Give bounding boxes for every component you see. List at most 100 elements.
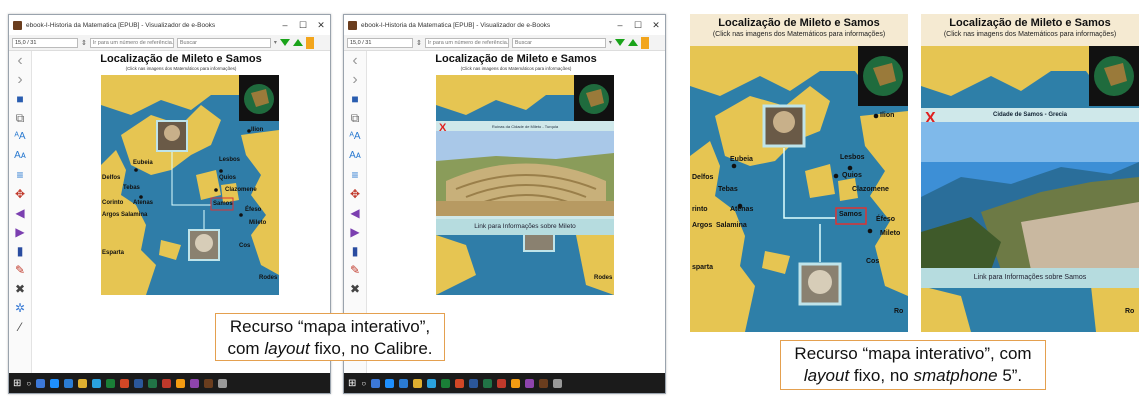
app-icon-5[interactable] [148, 378, 158, 388]
next-page-icon[interactable]: ▶ [9, 222, 31, 241]
search-input[interactable]: Buscar [511, 37, 606, 48]
highlight-icon[interactable]: ✎ [344, 260, 366, 279]
app-icon-2[interactable] [441, 378, 451, 388]
app-icon-1[interactable] [92, 378, 102, 388]
app-icon [348, 20, 357, 30]
next-match-icon[interactable] [614, 39, 625, 46]
open-book-icon[interactable]: ■ [9, 89, 31, 108]
search-icon[interactable]: ○ [361, 379, 366, 388]
label-salamina: Salamina [121, 212, 148, 218]
previous-page-icon[interactable]: ◀ [9, 203, 31, 222]
store-icon[interactable] [64, 378, 74, 388]
app-icon-5[interactable] [483, 378, 493, 388]
reference-mode-icon[interactable]: ⁄ [9, 317, 31, 336]
tools-icon[interactable]: ✖ [9, 279, 31, 298]
app-icon-3[interactable] [455, 378, 465, 388]
dropdown-icon[interactable]: ▾ [609, 39, 612, 46]
fullscreen-icon[interactable]: ✥ [9, 184, 31, 203]
bookmarks-icon[interactable]: ▮ [9, 241, 31, 260]
toc-icon[interactable]: ≡ [344, 165, 366, 184]
reference-input[interactable]: Ir para um número de referência... [424, 37, 509, 48]
label-corinto: Corinto [102, 200, 124, 206]
label-samos[interactable]: Samos [839, 211, 862, 218]
toc-icon[interactable]: ≡ [9, 165, 31, 184]
popup-info-link[interactable]: Link para Informações sobre Mileto [436, 219, 614, 235]
font-smaller-icon[interactable]: Aᴀ [344, 146, 366, 165]
map-title: Localização de Mileto e Samos [100, 53, 262, 65]
explorer-icon[interactable] [413, 378, 423, 388]
tray-icon[interactable] [218, 378, 228, 388]
bookmarks-icon[interactable]: ▮ [344, 241, 366, 260]
popup-panel: X Cidade de Samos - Grecia Link para Inf… [921, 108, 1139, 288]
previous-match-icon[interactable] [292, 39, 303, 46]
app-icon-7[interactable] [176, 378, 186, 388]
app-icon-3[interactable] [120, 378, 130, 388]
back-icon[interactable]: ‹ [344, 51, 366, 70]
app-icon-1[interactable] [427, 378, 437, 388]
preferences-icon[interactable]: ✲ [9, 298, 31, 317]
app-icon-8[interactable] [525, 378, 535, 388]
previous-match-icon[interactable] [627, 39, 638, 46]
back-icon[interactable]: ‹ [9, 51, 31, 70]
calibre-taskbar-icon[interactable] [204, 378, 214, 388]
close-button[interactable]: ✕ [647, 20, 665, 31]
tray-icon[interactable] [553, 378, 563, 388]
app-icon-6[interactable] [162, 378, 172, 388]
dropdown-icon[interactable]: ▾ [274, 39, 277, 46]
font-smaller-icon[interactable]: Aᴀ [9, 146, 31, 165]
app-icon-4[interactable] [134, 378, 144, 388]
calibre-callout-line2: com layout fixo, no Calibre. [216, 338, 444, 360]
app-icon-2[interactable] [106, 378, 116, 388]
minimize-button[interactable]: – [611, 20, 629, 30]
app-icon-4[interactable] [469, 378, 479, 388]
spinner-icon[interactable]: ⇕ [81, 39, 87, 47]
page-counter[interactable]: 15,0 / 31 [12, 37, 78, 48]
fullscreen-icon[interactable]: ✥ [344, 184, 366, 203]
windows-start-icon[interactable]: ⊞ [348, 378, 356, 389]
forward-icon[interactable]: › [344, 70, 366, 89]
minimize-button[interactable]: – [276, 20, 294, 30]
tools-icon[interactable]: ✖ [344, 279, 366, 298]
open-book-icon[interactable]: ■ [344, 89, 366, 108]
page-counter[interactable]: 15,0 / 31 [347, 37, 413, 48]
copy-icon[interactable]: ⧉ [344, 108, 366, 127]
taskview-icon[interactable] [36, 378, 46, 388]
app-icon-6[interactable] [497, 378, 507, 388]
label-rodes: Rodes [594, 275, 613, 281]
windows-start-icon[interactable]: ⊞ [13, 378, 21, 389]
copy-icon[interactable]: ⧉ [9, 108, 31, 127]
edge-icon[interactable] [385, 378, 395, 388]
search-icon[interactable]: ○ [26, 379, 31, 388]
bookmark-icon[interactable] [305, 36, 314, 49]
label-atenas: Atenas [133, 200, 154, 206]
highlight-icon[interactable]: ✎ [9, 260, 31, 279]
forward-icon[interactable]: › [9, 70, 31, 89]
label-samos[interactable]: Samos [213, 201, 233, 207]
bookmark-icon[interactable] [640, 36, 649, 49]
app-icon-8[interactable] [190, 378, 200, 388]
previous-page-icon[interactable]: ◀ [344, 203, 366, 222]
popup-info-link[interactable]: Link para Informações sobre Samos [921, 268, 1139, 288]
reference-input[interactable]: Ir para um número de referência... [89, 37, 174, 48]
titlebar: ebook-I-Historia da Matematica [EPUB] - … [9, 15, 330, 35]
font-larger-icon[interactable]: ᴬA [344, 127, 366, 146]
map-title: Localização de Mileto e Samos [435, 53, 597, 65]
next-page-icon[interactable]: ▶ [344, 222, 366, 241]
store-icon[interactable] [399, 378, 409, 388]
spinner-icon[interactable]: ⇕ [416, 39, 422, 47]
explorer-icon[interactable] [78, 378, 88, 388]
close-button[interactable]: ✕ [312, 20, 330, 31]
taskview-icon[interactable] [371, 378, 381, 388]
label-cos: Cos [866, 258, 880, 265]
app-icon-7[interactable] [511, 378, 521, 388]
maximize-button[interactable]: ☐ [294, 20, 312, 31]
calibre-callout: Recurso “mapa interativo”, com layout fi… [215, 313, 445, 361]
label-atenas: Atenas [730, 206, 754, 213]
app-icon [13, 20, 22, 30]
calibre-taskbar-icon[interactable] [539, 378, 549, 388]
search-input[interactable]: Buscar [176, 37, 271, 48]
maximize-button[interactable]: ☐ [629, 20, 647, 31]
edge-icon[interactable] [50, 378, 60, 388]
next-match-icon[interactable] [279, 39, 290, 46]
font-larger-icon[interactable]: ᴬA [9, 127, 31, 146]
